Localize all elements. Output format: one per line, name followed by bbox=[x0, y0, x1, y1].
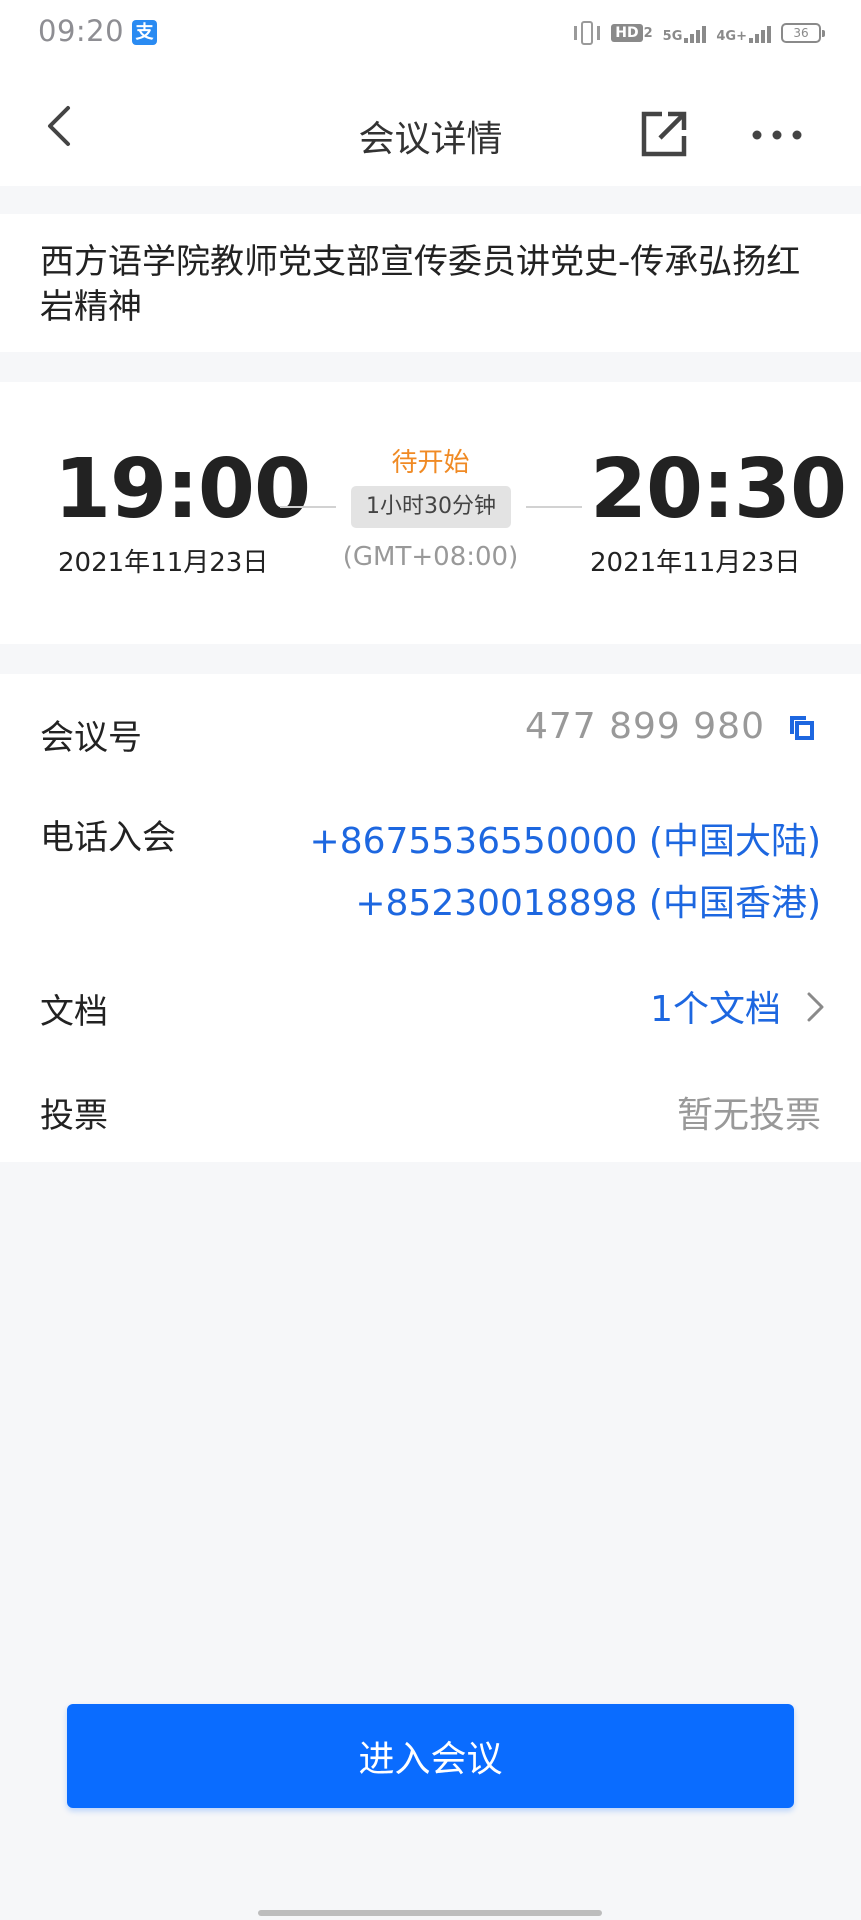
end-date: 2021年11月23日 bbox=[590, 548, 801, 578]
battery-icon: 36 bbox=[781, 23, 825, 43]
hd-icon: HD 2 bbox=[611, 24, 653, 42]
time-divider-left bbox=[280, 506, 336, 508]
phone-number-mainland[interactable]: +8675536550000 (中国大陆) bbox=[310, 812, 821, 864]
meeting-id-value: 477 899 980 bbox=[524, 706, 765, 747]
join-meeting-button[interactable]: 进入会议 bbox=[67, 1704, 794, 1808]
meeting-title-card: 西方语学院教师党支部宣传委员讲党史-传承弘扬红岩精神 bbox=[0, 214, 861, 352]
signal-4g-icon: 4G+ bbox=[716, 23, 771, 43]
signal-5g-icon: 5G bbox=[663, 23, 707, 43]
duration-badge: 1小时30分钟 bbox=[351, 486, 511, 528]
chevron-right-icon[interactable] bbox=[804, 990, 828, 1024]
documents-link[interactable]: 1个文档 bbox=[650, 980, 781, 1032]
phone-join-label: 电话入会 bbox=[40, 818, 176, 858]
status-time: 09:20 bbox=[38, 14, 125, 48]
time-divider-right bbox=[526, 506, 582, 508]
vote-value: 暂无投票 bbox=[676, 1095, 821, 1136]
status-icons: HD 2 5G 4G+ 36 bbox=[573, 18, 825, 48]
nav-bar: 会议详情 bbox=[0, 66, 861, 186]
more-icon[interactable] bbox=[752, 130, 802, 140]
meeting-id-label: 会议号 bbox=[40, 718, 142, 758]
copy-icon[interactable] bbox=[786, 712, 816, 742]
meeting-details-card: 会议号 477 899 980 电话入会 +8675536550000 (中国大… bbox=[0, 674, 861, 1162]
status-bar: 09:20 支 HD 2 5G 4G+ 36 bbox=[0, 0, 861, 66]
meeting-title: 西方语学院教师党支部宣传委员讲党史-传承弘扬红岩精神 bbox=[40, 242, 801, 327]
phone-number-hongkong[interactable]: +85230018898 (中国香港) bbox=[355, 874, 821, 926]
meeting-time-card: 19:00 2021年11月23日 待开始 1小时30分钟 (GMT+08:00… bbox=[0, 382, 861, 644]
vote-label: 投票 bbox=[40, 1096, 108, 1136]
alipay-app-icon: 支 bbox=[132, 20, 157, 45]
share-icon[interactable] bbox=[640, 110, 688, 158]
home-indicator[interactable] bbox=[258, 1910, 602, 1916]
page-title: 会议详情 bbox=[358, 119, 503, 160]
documents-label: 文档 bbox=[40, 992, 108, 1032]
vibrate-icon bbox=[573, 21, 601, 45]
end-time: 20:30 bbox=[590, 442, 847, 537]
